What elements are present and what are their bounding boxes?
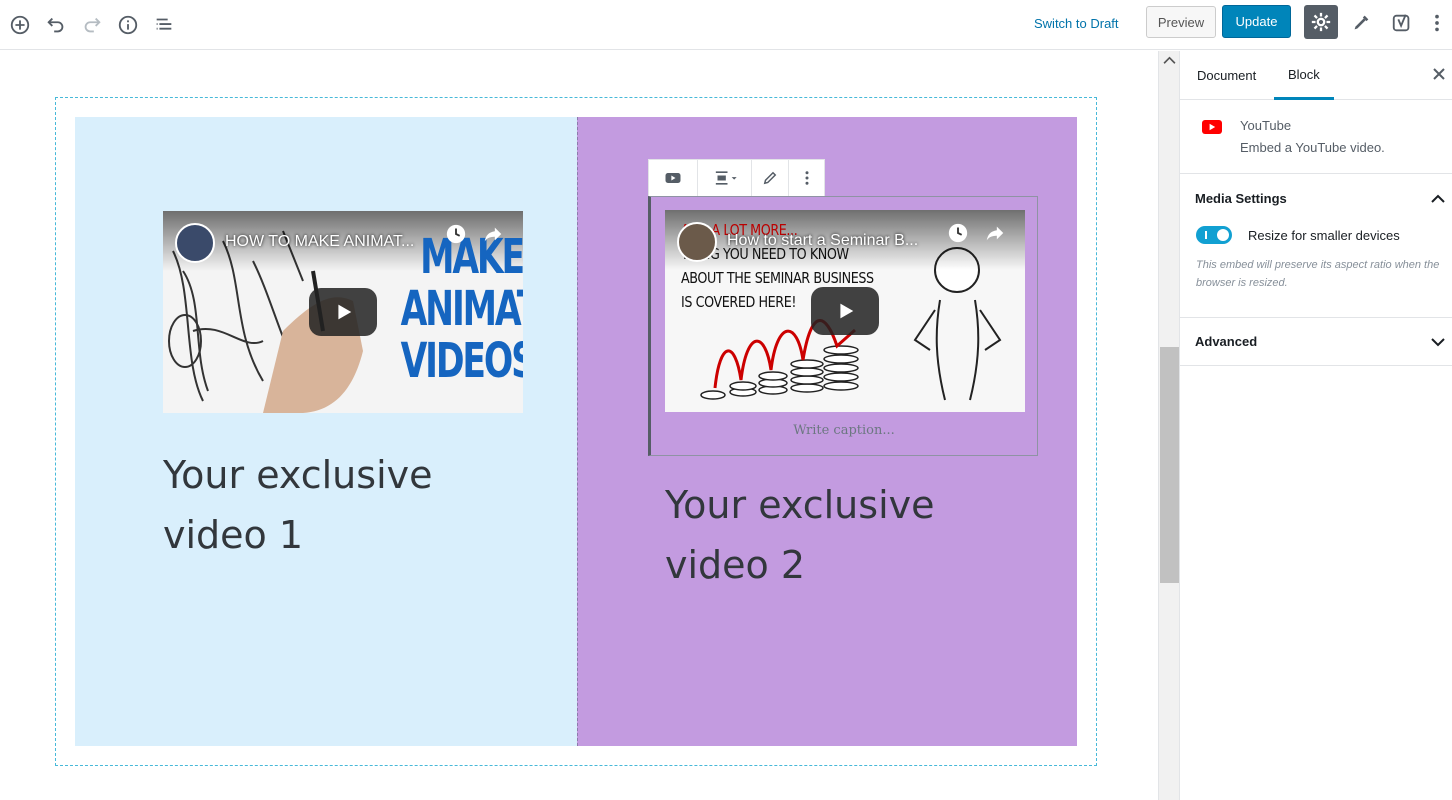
toggle-help-text: This embed will preserve its aspect rati…: [1196, 259, 1440, 289]
scroll-thumb[interactable]: [1160, 347, 1179, 583]
heading-line: video 1: [163, 513, 304, 557]
block-toolbar: [648, 159, 825, 197]
thumb-line: VIDEOS!: [400, 333, 523, 389]
more-menu-icon[interactable]: [1422, 8, 1452, 38]
outline-icon[interactable]: [147, 8, 181, 42]
thumb-line: ANIMATED: [400, 281, 523, 337]
info-icon[interactable]: [111, 8, 145, 42]
youtube-embed-block-selected[interactable]: AND A LOT MORE... THING YOU NEED TO KNOW…: [648, 196, 1038, 456]
close-icon[interactable]: [1432, 67, 1446, 81]
align-center-icon[interactable]: [698, 160, 752, 196]
channel-avatar[interactable]: [677, 222, 717, 262]
chevron-down-icon[interactable]: [1431, 337, 1445, 347]
play-icon[interactable]: [811, 287, 879, 335]
column-1[interactable]: MAKE ANIMATED VIDEOS! HOW TO MAKE ANIMAT…: [75, 117, 577, 746]
yoast-icon[interactable]: [1387, 8, 1417, 38]
toggle-knob: [1217, 229, 1229, 241]
redo-icon[interactable]: [75, 8, 109, 42]
toggle-on-indicator: [1205, 231, 1207, 239]
caption-input[interactable]: Write caption...: [651, 423, 1037, 438]
scroll-up-icon[interactable]: [1163, 55, 1176, 65]
update-button[interactable]: Update: [1222, 5, 1291, 38]
resize-toggle[interactable]: [1196, 226, 1232, 244]
column-2-heading[interactable]: Your exclusive video 2: [665, 475, 935, 595]
heading-line: Your exclusive: [665, 483, 935, 527]
block-title: YouTube: [1240, 118, 1292, 133]
thumbnail-text-1: MAKE ANIMATED VIDEOS!: [401, 231, 523, 387]
channel-avatar[interactable]: [175, 223, 215, 263]
heading-line: Your exclusive: [163, 453, 433, 497]
play-icon[interactable]: [309, 288, 377, 336]
chevron-up-icon[interactable]: [1431, 194, 1445, 204]
tab-document[interactable]: Document: [1197, 51, 1256, 100]
resize-toggle-label[interactable]: Resize for smaller devices: [1248, 228, 1400, 243]
share-icon[interactable]: [481, 223, 505, 245]
video-title[interactable]: How to start a Seminar B...: [727, 232, 918, 250]
settings-gear-icon[interactable]: [1304, 5, 1338, 39]
switch-to-draft-button[interactable]: Switch to Draft: [1026, 14, 1127, 33]
media-settings-toggle[interactable]: Media Settings: [1195, 191, 1287, 206]
undo-icon[interactable]: [39, 8, 73, 42]
block-card: YouTube Embed a YouTube video.: [1180, 100, 1452, 174]
sidebar-tabs: Document Block: [1180, 51, 1452, 100]
youtube-block-type-icon[interactable]: [649, 160, 698, 196]
add-block-icon[interactable]: [3, 8, 37, 42]
heading-line: video 2: [665, 543, 806, 587]
column-1-heading[interactable]: Your exclusive video 1: [163, 445, 433, 565]
preview-button[interactable]: Preview: [1146, 6, 1216, 38]
block-description: Embed a YouTube video.: [1240, 140, 1385, 155]
watch-later-icon[interactable]: [445, 223, 467, 245]
more-options-icon[interactable]: [789, 160, 824, 196]
youtube-embed-2[interactable]: AND A LOT MORE... THING YOU NEED TO KNOW…: [665, 210, 1025, 412]
youtube-embed-1[interactable]: MAKE ANIMATED VIDEOS! HOW TO MAKE ANIMAT…: [163, 211, 523, 413]
media-settings-panel: Media Settings Resize for smaller device…: [1180, 174, 1452, 318]
advanced-toggle[interactable]: Advanced: [1195, 334, 1257, 349]
advanced-panel: Advanced: [1180, 318, 1452, 366]
settings-sidebar: Document Block YouTube Embed a YouTube v…: [1179, 51, 1452, 800]
plugin-pen-icon[interactable]: [1346, 8, 1376, 38]
edit-url-pencil-icon[interactable]: [752, 160, 789, 196]
editor-header: Switch to Draft Preview Update: [0, 0, 1452, 50]
share-icon[interactable]: [983, 222, 1007, 244]
video-title[interactable]: HOW TO MAKE ANIMAT...: [225, 233, 414, 251]
tab-block[interactable]: Block: [1274, 51, 1334, 100]
watch-later-icon[interactable]: [947, 222, 969, 244]
editor-scrollbar[interactable]: [1158, 51, 1179, 800]
youtube-icon: [1202, 120, 1222, 134]
editor-canvas: MAKE ANIMATED VIDEOS! HOW TO MAKE ANIMAT…: [0, 51, 1158, 800]
